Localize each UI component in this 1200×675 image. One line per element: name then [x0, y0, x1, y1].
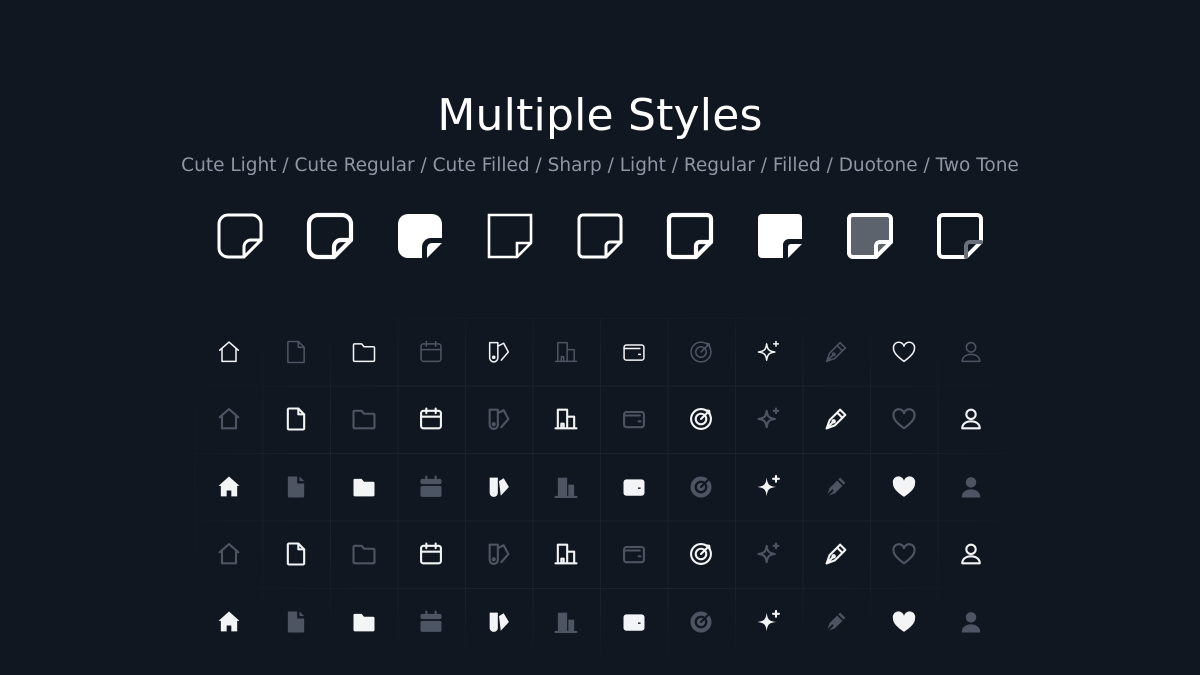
home-icon: [195, 521, 263, 589]
folder-icon: [330, 521, 398, 589]
page-title: Multiple Styles: [437, 90, 763, 141]
user-icon: [938, 453, 1006, 521]
user-icon: [938, 318, 1006, 386]
calendar-icon: [398, 386, 466, 454]
heart-icon: [870, 453, 938, 521]
wallet-icon: [600, 588, 668, 656]
user-icon: [938, 588, 1006, 656]
sticky-note-icon-regular: [666, 212, 714, 260]
icon-row-filled: [195, 453, 1005, 521]
calendar-icon: [398, 453, 466, 521]
building-icon: [533, 386, 601, 454]
target-icon: [668, 588, 736, 656]
user-icon: [938, 386, 1006, 454]
home-icon: [195, 386, 263, 454]
sticky-note-icon-cute-regular: [306, 212, 354, 260]
pen-icon: [803, 588, 871, 656]
file-icon: [263, 521, 331, 589]
target-icon: [668, 521, 736, 589]
swatch-icon: [465, 588, 533, 656]
folder-icon: [330, 588, 398, 656]
sticky-note-icon-sharp: [486, 212, 534, 260]
sticky-note-icon-filled: [756, 212, 804, 260]
folder-icon: [330, 318, 398, 386]
folder-icon: [330, 453, 398, 521]
pen-icon: [803, 386, 871, 454]
style-list-subtitle: Cute Light / Cute Regular / Cute Filled …: [181, 155, 1019, 176]
swatch-icon: [465, 453, 533, 521]
heart-icon: [870, 588, 938, 656]
building-icon: [533, 588, 601, 656]
target-icon: [668, 453, 736, 521]
wallet-icon: [600, 453, 668, 521]
building-icon: [533, 453, 601, 521]
sticky-note-icon-cute-light: [216, 212, 264, 260]
calendar-icon: [398, 318, 466, 386]
heart-icon: [870, 318, 938, 386]
wallet-icon: [600, 318, 668, 386]
target-icon: [668, 386, 736, 454]
sticky-note-icon-duotone: [846, 212, 894, 260]
wallet-icon: [600, 521, 668, 589]
swatch-icon: [465, 386, 533, 454]
calendar-icon: [398, 588, 466, 656]
icon-row-regular: [195, 386, 1005, 454]
sticky-note-icon-cute-filled: [396, 212, 444, 260]
icon-row-regular: [195, 521, 1005, 589]
building-icon: [533, 318, 601, 386]
folder-icon: [330, 386, 398, 454]
icon-row-filled: [195, 588, 1005, 656]
sparkle-icon: [735, 588, 803, 656]
sticky-note-icon-two-tone: [936, 212, 984, 260]
pen-icon: [803, 453, 871, 521]
building-icon: [533, 521, 601, 589]
pen-icon: [803, 521, 871, 589]
sparkle-icon: [735, 386, 803, 454]
file-icon: [263, 453, 331, 521]
home-icon: [195, 318, 263, 386]
heart-icon: [870, 386, 938, 454]
wallet-icon: [600, 386, 668, 454]
calendar-icon: [398, 521, 466, 589]
pen-icon: [803, 318, 871, 386]
sparkle-icon: [735, 318, 803, 386]
sparkle-icon: [735, 521, 803, 589]
user-icon: [938, 521, 1006, 589]
file-icon: [263, 588, 331, 656]
file-icon: [263, 386, 331, 454]
target-icon: [668, 318, 736, 386]
sticky-note-icon-light: [576, 212, 624, 260]
home-icon: [195, 453, 263, 521]
icon-row-light: [195, 318, 1005, 386]
swatch-icon: [465, 318, 533, 386]
sparkle-icon: [735, 453, 803, 521]
swatch-icon: [465, 521, 533, 589]
style-showcase-row: [195, 212, 1005, 260]
file-icon: [263, 318, 331, 386]
heart-icon: [870, 521, 938, 589]
home-icon: [195, 588, 263, 656]
